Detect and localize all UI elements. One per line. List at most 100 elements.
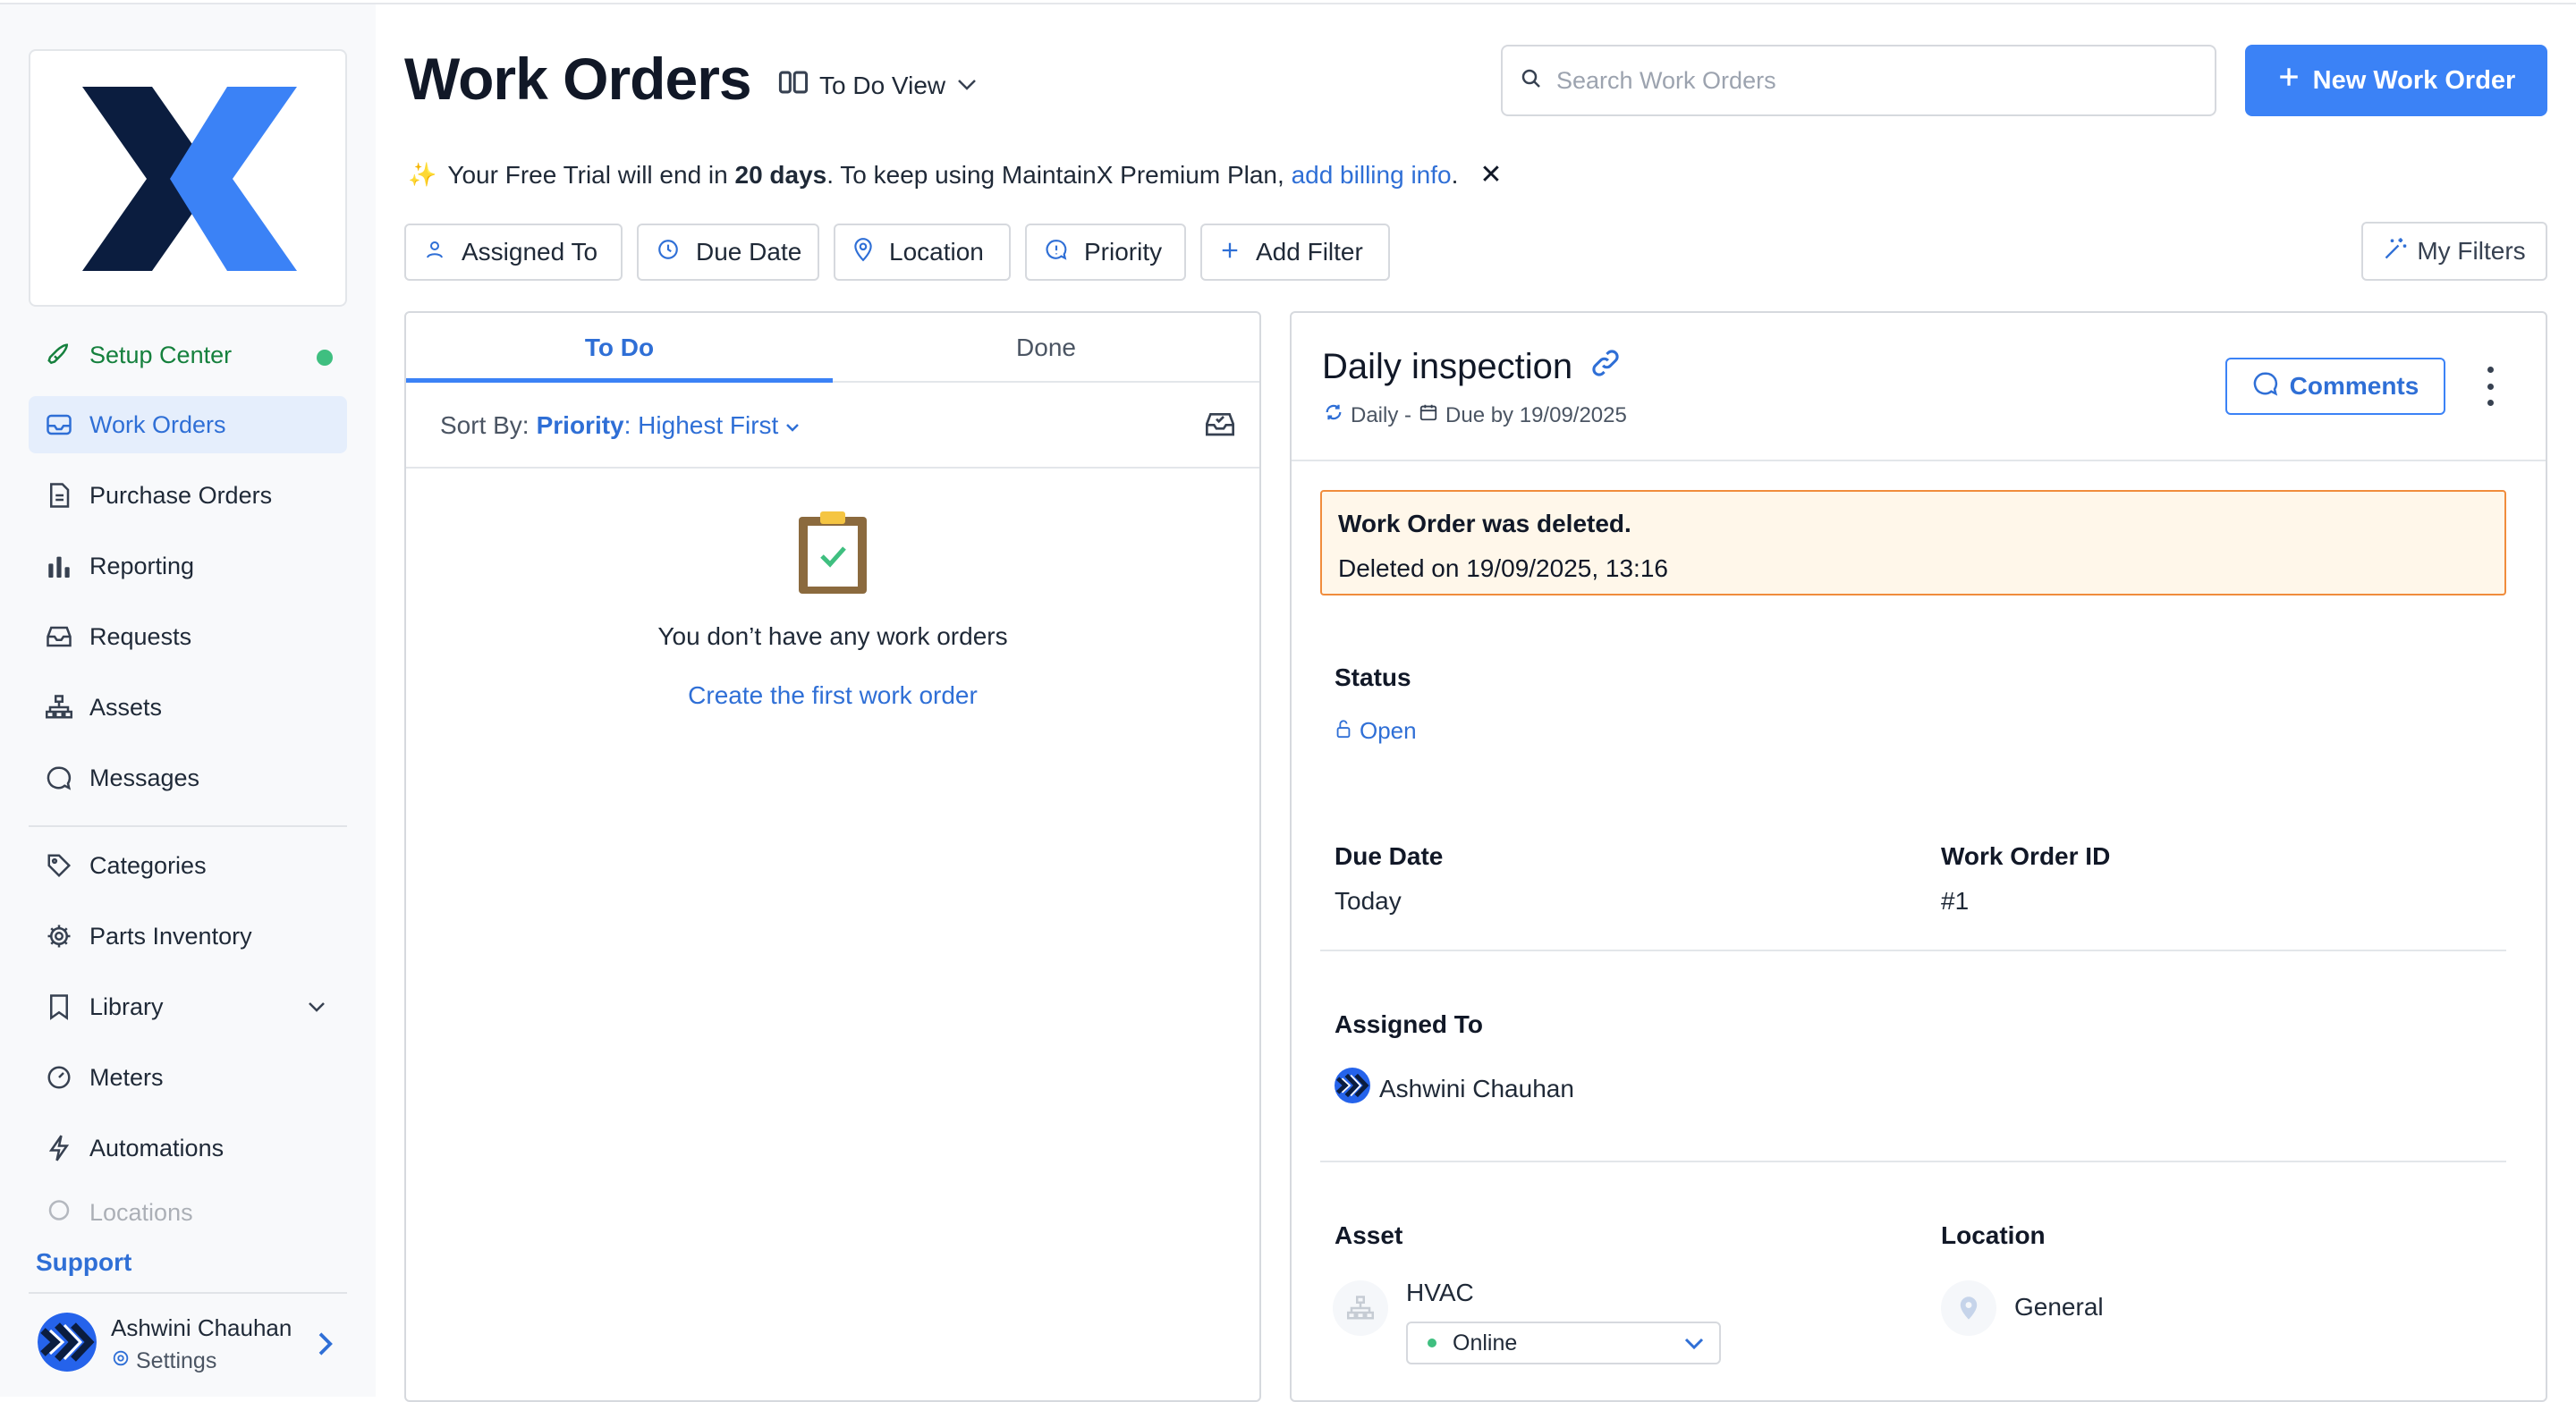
comments-button[interactable]: Comments: [2225, 358, 2445, 415]
view-selector[interactable]: To Do View: [778, 70, 978, 101]
filter-label: Add Filter: [1256, 238, 1363, 266]
trial-days: 20 days: [734, 160, 827, 189]
clipboard-icon: [797, 510, 869, 600]
hierarchy-icon: [41, 695, 77, 720]
tray-icon: [41, 625, 77, 648]
section-divider: [1320, 950, 2506, 951]
columns-icon: [778, 70, 809, 101]
magic-wand-icon: [2383, 236, 2408, 267]
company-logo[interactable]: [29, 49, 347, 307]
status-value[interactable]: Open: [1335, 717, 1417, 745]
filter-label: Location: [889, 238, 984, 266]
chat-icon: [41, 764, 77, 791]
my-filters-button[interactable]: My Filters: [2361, 222, 2547, 281]
chevron-down-icon: [956, 72, 978, 100]
work-order-id-value: #1: [1941, 887, 1970, 915]
create-first-work-order-link[interactable]: Create the first work order: [406, 681, 1259, 710]
sort-selector[interactable]: Sort By: Priority: Highest First: [440, 411, 800, 440]
tab-to-do[interactable]: To Do: [406, 313, 833, 383]
plus-icon: [1202, 238, 1256, 266]
avatar[interactable]: [38, 1313, 97, 1372]
asset-status-text: Online: [1453, 1330, 1518, 1356]
sidebar-item-setup-center[interactable]: Setup Center: [29, 326, 347, 384]
chevron-down-icon[interactable]: [306, 996, 327, 1022]
asset-label: Asset: [1335, 1221, 1403, 1249]
filter-location[interactable]: Location: [834, 224, 1011, 281]
rocket-icon: [41, 342, 77, 368]
work-order-detail: Daily inspection Daily - Due by 19/09/20…: [1290, 311, 2547, 1402]
priority-icon: [1027, 238, 1084, 267]
gear-icon: [41, 923, 77, 950]
settings-label: Settings: [136, 1348, 217, 1373]
chevron-down-icon: [1684, 1338, 1704, 1350]
header-divider: [1292, 460, 2546, 461]
sidebar: Setup Center Work Orders Purchase Orders…: [0, 4, 376, 1397]
sidebar-item-reporting[interactable]: Reporting: [29, 537, 347, 595]
tab-done[interactable]: Done: [833, 313, 1259, 383]
work-order-id-label: Work Order ID: [1941, 842, 2111, 870]
support-link[interactable]: Support: [36, 1248, 131, 1277]
inbox-icon: [41, 412, 77, 437]
sidebar-item-meters[interactable]: Meters: [29, 1049, 347, 1106]
bookmark-icon: [41, 993, 77, 1020]
asset-status-select[interactable]: Online: [1406, 1322, 1721, 1364]
plus-icon: [2277, 65, 2301, 96]
status-dot: [317, 350, 333, 366]
sidebar-item-label: Parts Inventory: [89, 922, 252, 950]
hierarchy-icon: [1333, 1280, 1388, 1336]
sidebar-item-parts-inventory[interactable]: Parts Inventory: [29, 908, 347, 965]
location-value[interactable]: General: [2014, 1293, 2104, 1322]
link-icon[interactable]: [1590, 347, 1621, 387]
search-input[interactable]: [1556, 66, 2182, 95]
trial-suffix: .: [1451, 160, 1459, 189]
sidebar-item-assets[interactable]: Assets: [29, 679, 347, 736]
sidebar-item-label: Automations: [89, 1134, 225, 1161]
trial-middle: . To keep using MaintainX Premium Plan,: [826, 160, 1284, 189]
sparkle-icon: ✨: [408, 161, 437, 188]
add-filter-button[interactable]: Add Filter: [1200, 224, 1390, 281]
work-order-meta: Daily - Due by 19/09/2025: [1324, 402, 1627, 428]
filter-due-date[interactable]: Due Date: [637, 224, 819, 281]
view-label: To Do View: [819, 71, 946, 99]
tray-check-icon[interactable]: [1204, 410, 1236, 443]
sidebar-item-work-orders[interactable]: Work Orders: [29, 396, 347, 453]
trial-prefix: Your Free Trial will end in: [447, 160, 728, 189]
empty-state-text: You don’t have any work orders: [657, 622, 1008, 650]
avatar: [1335, 1068, 1370, 1110]
more-options-icon[interactable]: [2479, 367, 2501, 406]
asset-value[interactable]: HVAC: [1406, 1279, 1474, 1307]
user-name: Ashwini Chauhan: [111, 1314, 292, 1341]
sidebar-divider: [29, 1292, 347, 1294]
filter-label: Assigned To: [462, 238, 598, 266]
filter-assigned-to[interactable]: Assigned To: [404, 224, 623, 281]
sort-field: Priority: [536, 411, 624, 439]
new-work-order-label: New Work Order: [2312, 65, 2516, 95]
deleted-alert: Work Order was deleted. Deleted on 19/09…: [1320, 490, 2506, 595]
sidebar-item-requests[interactable]: Requests: [29, 608, 347, 665]
comments-label: Comments: [2289, 372, 2419, 400]
sidebar-item-purchase-orders[interactable]: Purchase Orders: [29, 467, 347, 524]
sidebar-item-locations[interactable]: Locations: [29, 1190, 347, 1226]
close-icon[interactable]: ✕: [1479, 159, 1502, 190]
sidebar-item-automations[interactable]: Automations: [29, 1119, 347, 1177]
sidebar-item-label: Meters: [89, 1063, 164, 1091]
sidebar-item-label: Setup Center: [89, 341, 233, 368]
list-tabs: To Do Done: [406, 313, 1259, 383]
recurrence-label: Daily -: [1351, 402, 1412, 427]
user-settings-link[interactable]: Settings: [111, 1348, 216, 1374]
filter-priority[interactable]: Priority: [1025, 224, 1186, 281]
online-dot: [1428, 1339, 1436, 1347]
sidebar-item-messages[interactable]: Messages: [29, 749, 347, 807]
tag-icon: [41, 852, 77, 879]
sidebar-item-library[interactable]: Library: [29, 978, 347, 1035]
new-work-order-button[interactable]: New Work Order: [2245, 45, 2547, 116]
chat-icon: [2252, 370, 2279, 403]
chevron-right-icon[interactable]: [315, 1330, 335, 1362]
sidebar-item-label: Categories: [89, 851, 207, 879]
search-icon: [1503, 68, 1542, 94]
assignee[interactable]: Ashwini Chauhan: [1335, 1068, 1574, 1110]
sidebar-item-categories[interactable]: Categories: [29, 837, 347, 894]
search-box[interactable]: [1501, 45, 2216, 116]
add-billing-link[interactable]: add billing info: [1292, 161, 1452, 190]
sort-bar: Sort By: Priority: Highest First: [406, 383, 1259, 469]
